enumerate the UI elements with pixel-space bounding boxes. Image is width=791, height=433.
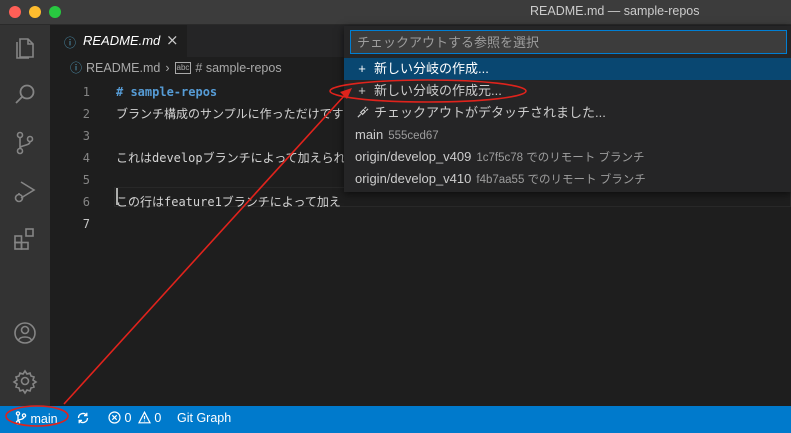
item-description: f4b7aa55 でのリモート ブランチ <box>476 174 646 186</box>
quick-pick-item-develop-v409[interactable]: origin/develop_v409 1c7f5c78 でのリモート ブランチ <box>344 146 791 168</box>
chevron-right-icon: › <box>165 60 170 75</box>
breadcrumb-file[interactable]: README.md <box>86 61 160 75</box>
error-icon <box>108 411 121 424</box>
window-title: README.md — sample-repos <box>530 4 700 18</box>
source-control-icon[interactable] <box>11 129 39 157</box>
line-number: 1 <box>82 85 90 99</box>
debug-disconnect-icon <box>354 102 370 124</box>
settings-gear-icon[interactable] <box>11 367 39 395</box>
quick-pick-item-develop-v410[interactable]: origin/develop_v410 f4b7aa55 でのリモート ブランチ <box>344 168 791 190</box>
item-label: 新しい分岐の作成... <box>374 61 489 76</box>
extensions-icon[interactable] <box>11 225 39 253</box>
quick-pick-item-create-branch-from[interactable]: + 新しい分岐の作成元... <box>344 80 791 102</box>
close-window-button[interactable] <box>9 6 21 18</box>
quick-pick-item-create-branch[interactable]: + 新しい分岐の作成... <box>344 58 791 80</box>
quick-pick-item-detached-checkout[interactable]: チェックアウトがデタッチされました... <box>344 102 791 124</box>
plus-icon: + <box>358 83 366 98</box>
quick-pick-input[interactable] <box>350 30 787 54</box>
item-description: 1c7f5c78 でのリモート ブランチ <box>476 152 645 164</box>
code-line: これはdevelopブランチによって加えられ <box>116 151 346 165</box>
quick-pick-item-main[interactable]: main 555ced67 <box>344 124 791 146</box>
line-number: 7 <box>82 217 90 231</box>
line-number: 3 <box>82 129 90 143</box>
line-number: 2 <box>82 107 90 121</box>
checkout-quick-pick: + 新しい分岐の作成... + 新しい分岐の作成元... チェックアウトがデタッチさ… <box>344 26 791 192</box>
run-debug-icon[interactable] <box>11 177 39 205</box>
code-line: この行はfeature1ブランチによって加え <box>116 195 341 209</box>
code-line: # sample-repos <box>116 85 218 99</box>
item-label: origin/develop_v410 <box>355 171 472 186</box>
status-bar: main 0 0 Git Graph <box>0 406 791 433</box>
activity-bar <box>0 25 50 406</box>
plus-icon: + <box>358 61 366 76</box>
error-count: 0 <box>124 411 132 425</box>
item-label: main <box>355 127 384 142</box>
markdown-info-icon: ⓘ <box>70 61 83 75</box>
item-description: 555ced67 <box>388 130 439 142</box>
tab-label: README.md <box>83 33 161 48</box>
search-icon[interactable] <box>11 81 39 109</box>
close-icon[interactable]: × <box>166 31 179 49</box>
line-number: 5 <box>82 173 90 187</box>
code-content[interactable]: # sample-repos ブランチ構成のサンプルに作っただけです これはde… <box>116 81 356 235</box>
item-label: origin/develop_v409 <box>355 149 472 164</box>
warning-icon <box>137 410 151 424</box>
markdown-info-icon: ⓘ <box>64 36 77 50</box>
branch-name: main <box>30 412 58 426</box>
maximize-window-button[interactable] <box>49 6 61 18</box>
account-icon[interactable] <box>11 319 39 347</box>
item-label: チェックアウトがデタッチされました... <box>374 105 606 120</box>
item-label: 新しい分岐の作成元... <box>374 83 502 98</box>
problems-status-item[interactable]: 0 0 <box>108 410 162 425</box>
sync-icon[interactable] <box>76 411 90 426</box>
git-branch-icon <box>15 411 27 425</box>
string-symbol-icon: abc <box>174 61 192 74</box>
breadcrumb-section[interactable]: # sample-repos <box>195 61 281 75</box>
warning-count: 0 <box>154 411 162 425</box>
title-bar: README.md — sample-repos <box>0 0 791 25</box>
breadcrumb: ⓘ README.md › abc # sample-repos <box>70 59 282 77</box>
branch-status-item[interactable]: main <box>15 411 58 426</box>
tab-readme[interactable]: ⓘ README.md × <box>50 25 187 57</box>
git-graph-button[interactable]: Git Graph <box>177 411 231 425</box>
line-number: 6 <box>82 195 90 209</box>
code-line: ブランチ構成のサンプルに作っただけです <box>116 107 344 121</box>
line-numbers: 1 2 3 4 5 6 7 <box>60 81 90 235</box>
minimize-window-button[interactable] <box>29 6 41 18</box>
line-number: 4 <box>82 151 90 165</box>
explorer-icon[interactable] <box>11 33 39 61</box>
